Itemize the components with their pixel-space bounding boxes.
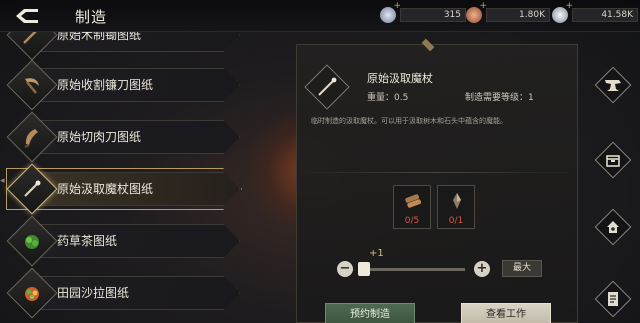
recipe-item[interactable]: 田园沙拉图纸 [4, 267, 240, 319]
max-button[interactable]: 最大 [502, 260, 542, 277]
house-icon [607, 221, 619, 233]
reserve-craft-button[interactable]: 预约制造 [325, 303, 415, 323]
recipe-item-selected[interactable]: 原始汲取魔杖图纸 [4, 163, 242, 215]
side-menu-document[interactable] [594, 280, 632, 318]
level-label: 制造需要等级： [465, 93, 529, 103]
currency-value: 41.58K [601, 10, 633, 20]
top-bar: 制造 + 315 + 1.80K + 41.58K [0, 0, 640, 32]
box-icon [606, 155, 620, 167]
recipe-item-label: 原始木制锄图纸 [57, 32, 142, 42]
quantity-slider[interactable] [359, 268, 465, 271]
crystal-icon: + [380, 1, 401, 23]
item-weight: 重量：0.5 [367, 90, 408, 103]
decrease-quantity-button[interactable]: − [337, 261, 353, 277]
back-arrow-icon [16, 9, 38, 23]
copper-coin-icon: + [466, 1, 487, 23]
herb-tea-icon [18, 227, 46, 255]
wand-icon [18, 175, 46, 203]
currency-value: 1.80K [519, 10, 545, 20]
sickle-icon [18, 71, 46, 99]
salad-icon [18, 279, 46, 307]
recipe-item-label: 原始切肉刀图纸 [57, 130, 142, 144]
recipe-item-label: 原始收割镰刀图纸 [57, 78, 154, 92]
level-value: 1 [528, 93, 534, 103]
required-level: 制造需要等级：1 [465, 90, 534, 103]
currency-value: 315 [443, 10, 461, 20]
cleaver-icon [18, 123, 46, 151]
increase-quantity-button[interactable]: + [474, 261, 490, 277]
currency-crystal[interactable]: + 315 [380, 1, 466, 24]
wand-icon [311, 71, 343, 103]
recipe-item[interactable]: 原始切肉刀图纸 [4, 111, 240, 163]
side-menu-house[interactable] [594, 208, 632, 246]
panel-ornament [421, 38, 435, 52]
anvil-icon [605, 80, 621, 91]
weight-label: 重量： [367, 93, 395, 103]
quantity-value: +1 [369, 248, 384, 259]
item-description: 临时制造的汲取魔杖。可以用于汲取树木和石头中蕴含的魔能。 [311, 117, 507, 125]
slider-handle[interactable] [358, 262, 371, 276]
silver-coin-icon: + [552, 1, 573, 23]
page-title: 制造 [75, 8, 108, 26]
currency-copper[interactable]: + 1.80K [466, 1, 550, 24]
currency-silver[interactable]: + 41.58K [552, 1, 638, 24]
weight-value: 0.5 [394, 93, 409, 103]
side-menu-box[interactable] [594, 141, 632, 179]
recipe-item-label: 药草茶图纸 [57, 234, 118, 248]
document-icon [608, 292, 618, 306]
divider [297, 172, 577, 173]
material-count: 0/1 [448, 216, 464, 226]
item-name: 原始汲取魔杖 [367, 72, 433, 85]
recipe-item-label: 田园沙拉图纸 [57, 286, 130, 300]
crystal-shard-icon [445, 190, 469, 212]
recipe-item[interactable]: 原始收割镰刀图纸 [4, 59, 240, 111]
material-slot[interactable]: 0/1 [437, 185, 475, 229]
material-slot[interactable]: 0/5 [393, 185, 431, 229]
recipe-detail-panel: 原始汲取魔杖 重量：0.5 制造需要等级：1 临时制造的汲取魔杖。可以用于汲取树… [296, 38, 578, 323]
view-work-button[interactable]: 查看工作 [461, 303, 551, 323]
wood-icon [401, 190, 425, 212]
recipe-item[interactable]: 原始木制锄图纸 [4, 32, 240, 61]
side-menu-anvil[interactable] [594, 66, 632, 104]
recipe-item[interactable]: 药草茶图纸 [4, 215, 240, 267]
material-count: 0/5 [404, 216, 420, 226]
hoe-icon [18, 32, 46, 49]
back-button[interactable] [10, 4, 44, 28]
recipe-list: 原始木制锄图纸 原始收割镰刀图纸 原始切肉刀图纸 原始汲取魔杖图纸 药草茶图纸 [0, 32, 250, 323]
recipe-item-label: 原始汲取魔杖图纸 [57, 182, 154, 196]
